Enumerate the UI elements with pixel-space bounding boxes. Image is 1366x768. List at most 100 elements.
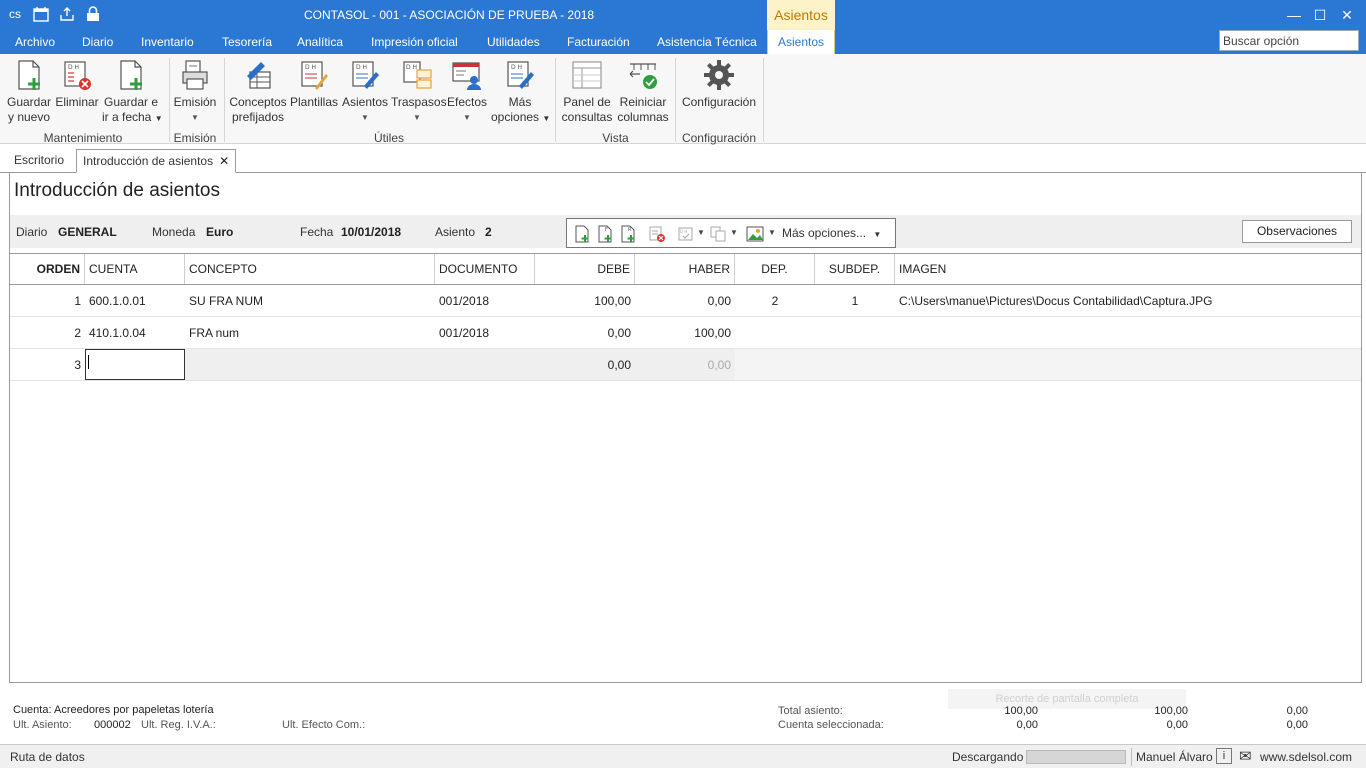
tab-impresion-oficial[interactable]: Impresión oficial (371, 35, 458, 49)
cell-haber[interactable]: 100,00 (635, 317, 735, 349)
cell-orden[interactable]: 1 (10, 285, 85, 317)
cell-cuenta[interactable]: 600.1.0.01 (85, 285, 185, 317)
tab-analitica[interactable]: Analítica (297, 35, 343, 49)
cell-documento[interactable]: 001/2018 (435, 317, 535, 349)
info-icon[interactable]: i (1216, 748, 1232, 764)
transfers-button[interactable]: D H Traspasos ▼ (391, 58, 447, 125)
tab-asistencia-tecnica[interactable]: Asistencia Técnica (657, 35, 757, 49)
cell-dep[interactable] (735, 317, 815, 349)
ribbon-separator (675, 58, 676, 142)
entries-button[interactable]: D H Asientos ▼ (341, 58, 389, 125)
tab-utilidades[interactable]: Utilidades (487, 35, 540, 49)
tab-asientos[interactable]: Asientos (767, 30, 835, 54)
close-tab-icon[interactable]: ✕ (219, 154, 229, 168)
copy-lines-icon[interactable] (709, 225, 727, 243)
search-option-input[interactable]: Buscar opción (1219, 30, 1359, 51)
cell-haber[interactable]: 0,00 (635, 285, 735, 317)
minimize-icon[interactable]: — (1284, 6, 1304, 24)
reset-columns-button[interactable]: Reiniciar columnas (616, 58, 670, 125)
svg-text:F: F (605, 227, 608, 233)
cell-concepto[interactable] (185, 349, 435, 381)
more-options-dropdown[interactable]: Más opciones... ▼ (782, 226, 881, 240)
cell-concepto[interactable]: SU FRA NUM (185, 285, 435, 317)
col-imagen[interactable]: IMAGEN (895, 254, 1361, 284)
ribbon-separator (763, 58, 764, 142)
tab-facturacion[interactable]: Facturación (567, 35, 630, 49)
table-row[interactable]: 3 0,00 0,00 (10, 349, 1361, 381)
data-path-label[interactable]: Ruta de datos (10, 750, 85, 764)
cell-concepto[interactable]: FRA num (185, 317, 435, 349)
delete-line-icon[interactable] (648, 225, 666, 243)
insert-line-after-icon[interactable]: F (596, 225, 614, 243)
fecha-label: Fecha (300, 225, 334, 239)
col-orden[interactable]: ORDEN (10, 254, 85, 284)
col-subdep[interactable]: SUBDEP. (815, 254, 895, 284)
cell-dep[interactable]: 2 (735, 285, 815, 317)
cell-subdep[interactable] (815, 317, 895, 349)
cell-debe[interactable]: 0,00 (535, 317, 635, 349)
cuenta-edit-input[interactable] (85, 349, 185, 380)
cell-orden[interactable]: 3 (10, 349, 85, 381)
configuration-button[interactable]: Configuración (680, 58, 758, 110)
col-documento[interactable]: DOCUMENTO (435, 254, 535, 284)
observaciones-button[interactable]: Observaciones (1242, 220, 1352, 243)
cell-debe[interactable]: 100,00 (535, 285, 635, 317)
tab-archivo[interactable]: Archivo (15, 35, 55, 49)
table-row[interactable]: 2 410.1.0.04 FRA num 001/2018 0,00 100,0… (10, 317, 1361, 349)
cell-imagen[interactable]: C:\Users\manue\Pictures\Docus Contabilid… (895, 285, 1361, 317)
query-panel-button[interactable]: Panel de consultas (561, 58, 613, 125)
lock-icon[interactable] (84, 5, 102, 23)
transfers-icon: D H (403, 61, 432, 89)
group-configuracion: Configuración (681, 131, 757, 145)
status-separator (1131, 748, 1132, 766)
mail-icon[interactable]: ✉ (1239, 747, 1252, 765)
save-and-go-to-date-button[interactable]: Guardar e ir a fecha ▼ (102, 58, 163, 126)
cell-subdep[interactable]: 1 (815, 285, 895, 317)
emission-button[interactable]: Emisión ▼ (172, 58, 218, 125)
cell-imagen[interactable] (895, 317, 1361, 349)
image-icon[interactable] (746, 225, 764, 243)
tab-tesoreria[interactable]: Tesorería (222, 35, 272, 49)
user-name[interactable]: Manuel Álvaro (1136, 750, 1213, 764)
group-utiles: Útiles (373, 131, 404, 145)
tab-diario[interactable]: Diario (82, 35, 113, 49)
insert-line-icon[interactable] (573, 225, 591, 243)
col-debe[interactable]: DEBE (535, 254, 635, 284)
more-options-button[interactable]: D H Más opciones ▼ (491, 58, 550, 126)
quick-access-toolbar: cs (6, 5, 102, 23)
cell-cuenta[interactable]: 410.1.0.04 (85, 317, 185, 349)
contasol-logo-icon[interactable]: cs (6, 5, 24, 23)
chevron-down-icon[interactable]: ▼ (730, 228, 738, 237)
cell-documento[interactable]: 001/2018 (435, 285, 535, 317)
table-row[interactable]: 1 600.1.0.01 SU FRA NUM 001/2018 100,00 … (10, 285, 1361, 317)
export-icon[interactable] (58, 5, 76, 23)
cell-debe[interactable]: 0,00 (535, 349, 635, 381)
col-cuenta[interactable]: CUENTA (85, 254, 185, 284)
website-link[interactable]: www.sdelsol.com (1260, 750, 1352, 764)
chevron-down-icon[interactable]: ▼ (768, 228, 776, 237)
more-options-icon: D H (507, 61, 534, 89)
cell-orden[interactable]: 2 (10, 317, 85, 349)
tab-introduccion-asientos[interactable]: Introducción de asientos ✕ (76, 149, 237, 173)
delete-button[interactable]: D H Eliminar (55, 58, 99, 110)
cell-documento[interactable] (435, 349, 535, 381)
tab-escritorio[interactable]: Escritorio (8, 149, 70, 173)
templates-button[interactable]: D H Plantillas (290, 58, 338, 110)
moneda-label: Moneda (152, 225, 196, 239)
close-icon[interactable]: ✕ (1337, 6, 1357, 24)
predefined-concepts-button[interactable]: Conceptos prefijados (229, 58, 287, 125)
save-and-new-button[interactable]: Guardar y nuevo (6, 58, 52, 125)
maximize-icon[interactable]: ☐ (1310, 6, 1330, 24)
col-haber[interactable]: HABER (635, 254, 735, 284)
grid-header: ORDEN CUENTA CONCEPTO DOCUMENTO DEBE HAB… (10, 253, 1361, 285)
tab-inventario[interactable]: Inventario (141, 35, 194, 49)
chevron-down-icon[interactable]: ▼ (697, 228, 705, 237)
insert-line-before-icon[interactable]: R (619, 225, 637, 243)
col-dep[interactable]: DEP. (735, 254, 815, 284)
cell-haber[interactable]: 0,00 (635, 349, 735, 381)
col-concepto[interactable]: CONCEPTO (185, 254, 435, 284)
cuenta-sel-haber: 0,00 (1166, 719, 1188, 731)
check-lines-icon[interactable]: D H (677, 225, 695, 243)
calendar-icon[interactable] (32, 5, 50, 23)
effects-button[interactable]: Efectos ▼ (445, 58, 489, 125)
